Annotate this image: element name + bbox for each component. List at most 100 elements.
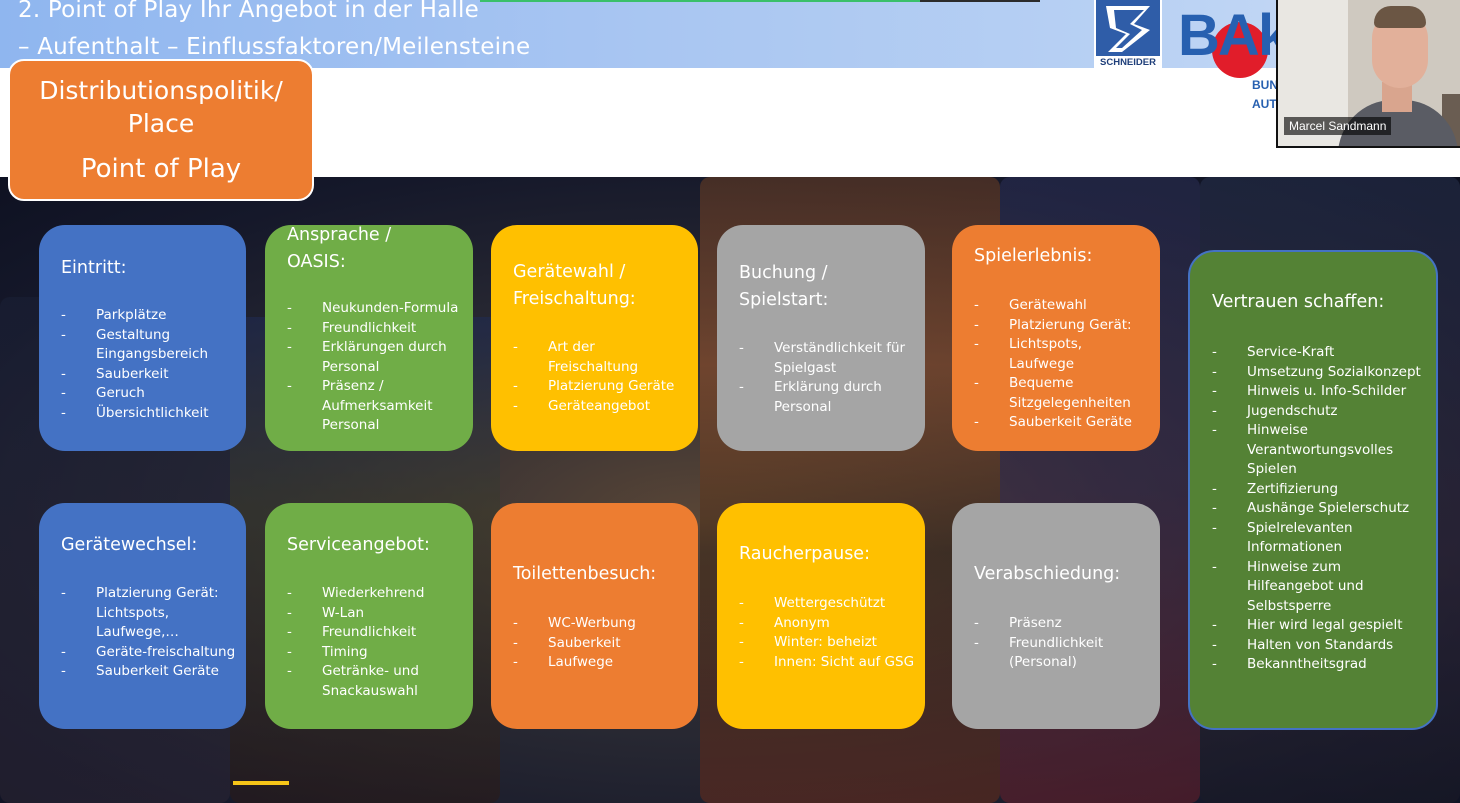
box-geraetewahl: Gerätewahl / Freischaltung: Art der Frei… — [491, 225, 698, 451]
slide-title-line-1: 2. Point of Play Ihr Angebot in der Hall… — [18, 0, 479, 23]
list-item: Innen: Sicht auf GSG — [739, 653, 915, 673]
slide-title-line-2: – Aufenthalt – Einflussfaktoren/Meilenst… — [18, 34, 531, 60]
list-item: Freundlichkeit — [287, 319, 463, 339]
list-item: Getränke- und Snackauswahl — [287, 662, 463, 701]
list-item: Freundlichkeit (Personal) — [974, 634, 1150, 673]
box-list: Neukunden-Formula Freundlichkeit Erkläru… — [287, 299, 463, 436]
list-item: Gestaltung Eingangsbereich — [61, 326, 236, 365]
bak-logo-letters: BA — [1178, 3, 1260, 68]
box-eintritt: Eintritt: Parkplätze Gestaltung Eingangs… — [39, 225, 246, 451]
list-item: Bequeme Sitzgelegenheiten — [974, 374, 1150, 413]
list-item: Erklärung durch Personal — [739, 378, 915, 417]
box-list: Service-Kraft Umsetzung Sozialkonzept Hi… — [1212, 343, 1426, 675]
box-list: WC-Werbung Sauberkeit Laufwege — [513, 614, 688, 673]
list-item: Hinweise Verantwortungsvolles Spielen — [1212, 421, 1426, 480]
box-list: Präsenz Freundlichkeit (Personal) — [974, 614, 1150, 673]
list-item: Spielrelevanten Informationen — [1212, 519, 1426, 558]
list-item: Art der Freischaltung — [513, 338, 688, 377]
box-toilettenbesuch: Toilettenbesuch: WC-Werbung Sauberkeit L… — [491, 503, 698, 729]
list-item: Gerätewahl — [974, 296, 1150, 316]
box-title: Gerätewahl / Freischaltung: — [513, 262, 636, 309]
list-item: WC-Werbung — [513, 614, 688, 634]
schneider-logo-text: SCHNEIDER — [1100, 57, 1156, 68]
list-item: Wiederkehrend — [287, 584, 463, 604]
list-item: Sauberkeit Geräte — [974, 413, 1150, 433]
list-item: Geräte-freischaltung — [61, 643, 236, 663]
header-divider — [480, 0, 1040, 2]
box-title: Vertrauen schaffen: — [1212, 292, 1385, 312]
bak-logo: BA k BUN AUT — [1172, 0, 1280, 118]
box-title: Gerätewechsel: — [61, 535, 198, 555]
list-item: Jugendschutz — [1212, 402, 1426, 422]
box-ansprache: Ansprache / OASIS: Neukunden-Formula Fre… — [265, 225, 473, 451]
list-item: Laufwege — [513, 653, 688, 673]
place-badge: Distributionspolitik/ Place Point of Pla… — [8, 59, 314, 201]
box-verabschiedung: Verabschiedung: Präsenz Freundlichkeit (… — [952, 503, 1160, 729]
box-list: Platzierung Gerät: Lichtspots, Laufwege,… — [61, 584, 236, 682]
list-item: Übersichtlichkeit — [61, 404, 236, 424]
place-badge-heading: Distributionspolitik/ Place — [10, 74, 312, 140]
webcam-person-hair — [1374, 6, 1426, 28]
list-item: Präsenz — [974, 614, 1150, 634]
place-badge-line-2: Place — [127, 109, 195, 138]
box-list: Wettergeschützt Anonym Winter: beheizt I… — [739, 594, 915, 672]
box-list: Gerätewahl Platzierung Gerät: Lichtspots… — [974, 296, 1150, 433]
list-item: Wettergeschützt — [739, 594, 915, 614]
list-item: Präsenz / Aufmerksamkeit Personal — [287, 377, 463, 436]
box-title: Spielerlebnis: — [974, 246, 1093, 266]
list-item: Platzierung Geräte — [513, 377, 688, 397]
list-item: Winter: beheizt — [739, 633, 915, 653]
bak-logo-sub-1: BUN — [1252, 78, 1278, 92]
box-list: Verständlichkeit für Spielgast Erklärung… — [739, 339, 915, 417]
list-item: Parkplätze — [61, 306, 236, 326]
box-raucherpause: Raucherpause: Wettergeschützt Anonym Win… — [717, 503, 925, 729]
box-spielerlebnis: Spielerlebnis: Gerätewahl Platzierung Ge… — [952, 225, 1160, 451]
webcam-video-tile[interactable]: Marcel Sandmann — [1276, 0, 1460, 148]
decorative-yellow-bar — [233, 781, 289, 785]
list-item: Sauberkeit — [61, 365, 236, 385]
bak-logo-sub-2: AUT — [1252, 97, 1277, 111]
list-item: Service-Kraft — [1212, 343, 1426, 363]
list-item: Sauberkeit Geräte — [61, 662, 236, 682]
list-item: Verständlichkeit für Spielgast — [739, 339, 915, 378]
place-badge-line-1: Distributionspolitik/ — [39, 76, 283, 105]
box-buchung: Buchung / Spielstart: Verständlichkeit f… — [717, 225, 925, 451]
list-item: Aushänge Spielerschutz — [1212, 499, 1426, 519]
box-list: Parkplätze Gestaltung Eingangsbereich Sa… — [61, 306, 236, 423]
list-item: Lichtspots, Laufwege — [974, 335, 1150, 374]
box-geraetewechsel: Gerätewechsel: Platzierung Gerät: Lichts… — [39, 503, 246, 729]
list-item: Geräteangebot — [513, 397, 688, 417]
box-title: Serviceangebot: — [287, 535, 430, 555]
box-title: Buchung / Spielstart: — [739, 263, 829, 310]
list-item: Erklärungen durch Personal — [287, 338, 463, 377]
list-item: Bekanntheitsgrad — [1212, 655, 1426, 675]
list-item: Zertifizierung — [1212, 480, 1426, 500]
box-serviceangebot: Serviceangebot: Wiederkehrend W-Lan Freu… — [265, 503, 473, 729]
box-title: Ansprache / OASIS: — [287, 225, 392, 272]
list-item: Hinweis u. Info-Schilder — [1212, 382, 1426, 402]
list-item: Platzierung Gerät: — [974, 316, 1150, 336]
list-item: Neukunden-Formula — [287, 299, 463, 319]
participant-name-label: Marcel Sandmann — [1284, 117, 1392, 135]
list-item: W-Lan — [287, 604, 463, 624]
list-item: Timing — [287, 643, 463, 663]
box-title: Eintritt: — [61, 258, 127, 278]
box-list: Wiederkehrend W-Lan Freundlichkeit Timin… — [287, 584, 463, 701]
list-item: Umsetzung Sozialkonzept — [1212, 363, 1426, 383]
list-item: Platzierung Gerät: Lichtspots, Laufwege,… — [61, 584, 236, 643]
list-item: Halten von Standards — [1212, 636, 1426, 656]
box-title: Raucherpause: — [739, 544, 870, 564]
list-item: Anonym — [739, 614, 915, 634]
box-vertrauen-schaffen: Vertrauen schaffen: Service-Kraft Umsetz… — [1188, 250, 1438, 730]
place-badge-line-3: Point of Play — [80, 154, 242, 184]
box-title: Verabschiedung: — [974, 564, 1121, 584]
schneider-logo: SCHNEIDER — [1094, 0, 1162, 70]
list-item: Hinweise zum Hilfeangebot und Selbstsper… — [1212, 558, 1426, 617]
list-item: Sauberkeit — [513, 634, 688, 654]
list-item: Freundlichkeit — [287, 623, 463, 643]
box-list: Art der Freischaltung Platzierung Geräte… — [513, 338, 688, 416]
box-title: Toilettenbesuch: — [513, 564, 657, 584]
list-item: Geruch — [61, 384, 236, 404]
list-item: Hier wird legal gespielt — [1212, 616, 1426, 636]
schneider-s-icon — [1096, 0, 1160, 56]
